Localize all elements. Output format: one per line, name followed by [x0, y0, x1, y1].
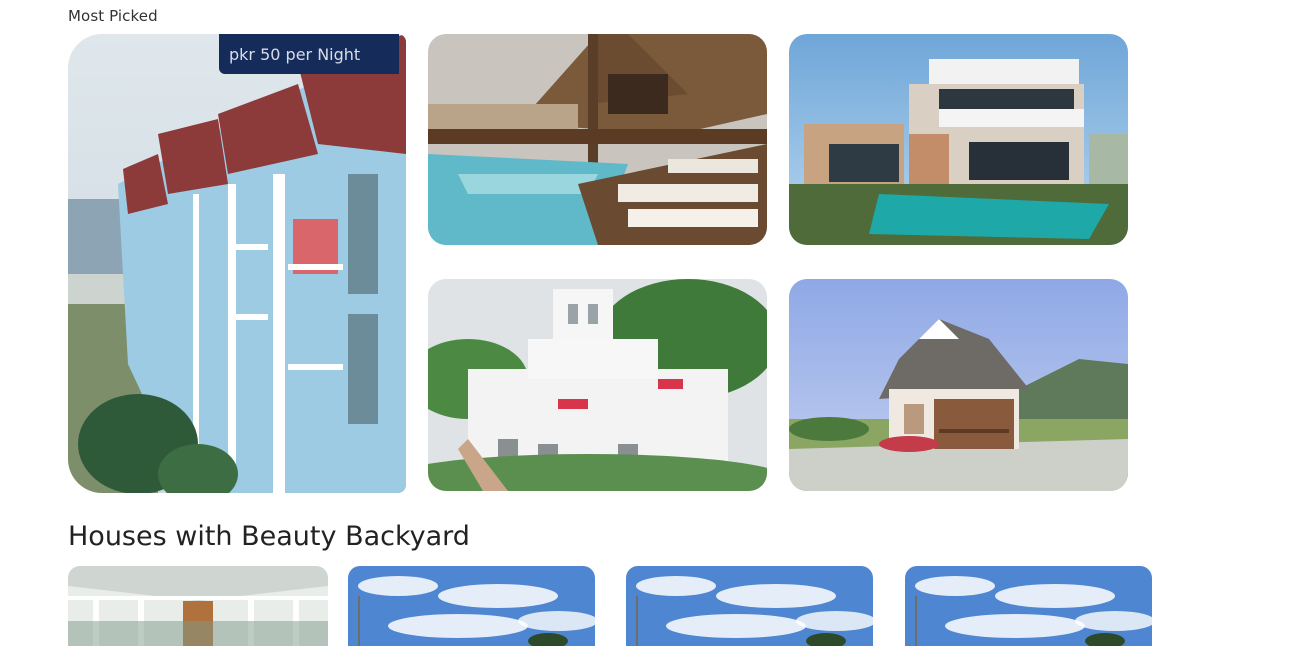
property-image [789, 279, 1128, 491]
property-card[interactable] [905, 566, 1152, 646]
page: Most Picked pkr 50 per Night Houses with… [0, 0, 1299, 646]
property-card[interactable] [626, 566, 873, 646]
price-tag: pkr 50 per Night [219, 34, 399, 74]
property-image [905, 566, 1152, 646]
property-card[interactable] [789, 279, 1128, 491]
featured-property-card[interactable]: pkr 50 per Night [68, 34, 406, 493]
property-image [789, 34, 1128, 245]
property-image [348, 566, 595, 646]
section-title: Houses with Beauty Backyard [68, 521, 470, 552]
featured-property-image [68, 34, 406, 493]
property-card[interactable] [789, 34, 1128, 245]
property-card[interactable] [428, 34, 767, 245]
most-picked-label: Most Picked [68, 7, 158, 25]
property-image [428, 279, 767, 491]
property-card[interactable] [68, 566, 328, 646]
property-card[interactable] [428, 279, 767, 491]
property-image [428, 34, 767, 245]
property-image [68, 566, 328, 646]
property-card[interactable] [348, 566, 595, 646]
property-image [626, 566, 873, 646]
